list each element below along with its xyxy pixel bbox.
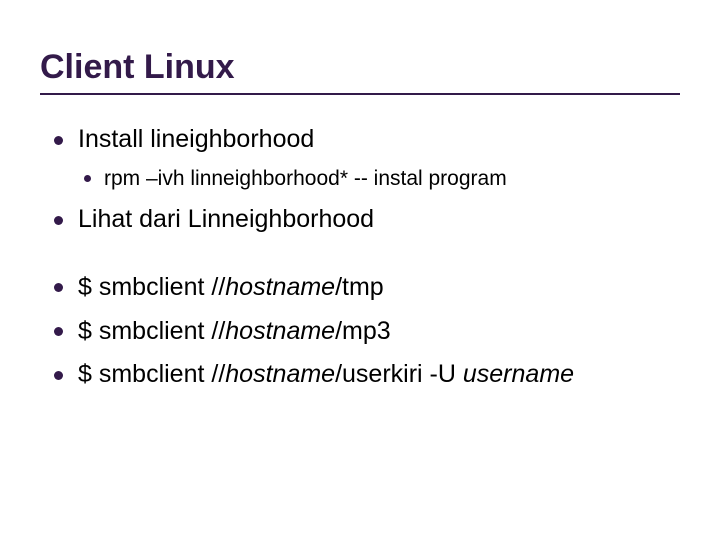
spacer: [48, 247, 680, 271]
bullet-smbclient-tmp: $ smbclient //hostname/tmp: [48, 271, 680, 305]
sub-bullet-text: rpm –ivh linneighborhood* -- instal prog…: [104, 167, 507, 190]
hostname: hostname: [225, 360, 335, 388]
bullet-smbclient-userkiri: $ smbclient //hostname/userkiri -U usern…: [48, 358, 680, 392]
bullet-list: Install lineighborhood rpm –ivh linneigh…: [40, 123, 680, 392]
slide-title: Client Linux: [40, 48, 680, 95]
bullet-smbclient-mp3: $ smbclient //hostname/mp3: [48, 315, 680, 349]
hostname: hostname: [225, 273, 335, 301]
cmd-pre: $ smbclient //: [78, 317, 225, 345]
cmd-pre: $ smbclient //: [78, 360, 225, 388]
bullet-install: Install lineighborhood rpm –ivh linneigh…: [48, 123, 680, 193]
username: username: [463, 360, 574, 388]
bullet-lihat: Lihat dari Linneighborhood: [48, 203, 680, 237]
cmd-mid: /userkiri -U: [335, 360, 463, 388]
sub-bullet-rpm: rpm –ivh linneighborhood* -- instal prog…: [78, 165, 680, 193]
cmd-post: /mp3: [335, 317, 391, 345]
cmd-post: /tmp: [335, 273, 384, 301]
bullet-text: Install lineighborhood: [78, 125, 314, 153]
sub-bullet-list: rpm –ivh linneighborhood* -- instal prog…: [78, 165, 680, 193]
hostname: hostname: [225, 317, 335, 345]
bullet-text: Lihat dari Linneighborhood: [78, 205, 374, 233]
cmd-pre: $ smbclient //: [78, 273, 225, 301]
